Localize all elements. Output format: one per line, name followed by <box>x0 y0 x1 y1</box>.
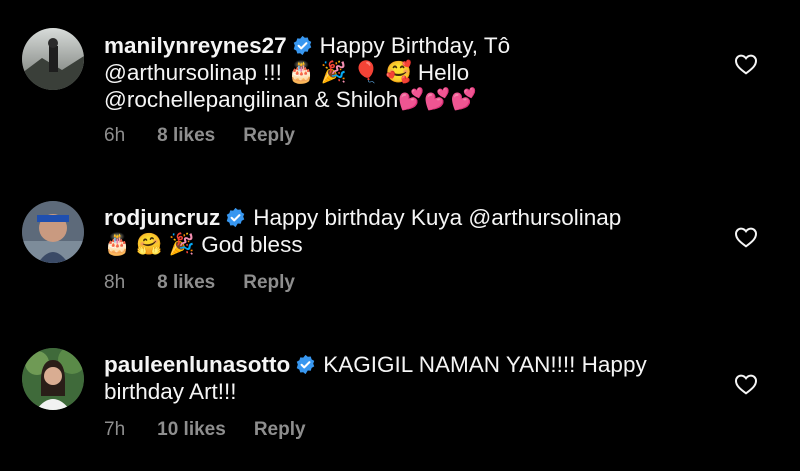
two-hearts-emoji-icon: 💕💕💕 <box>398 87 477 111</box>
comment-text: Hello <box>417 60 470 85</box>
comment-time: 6h <box>104 125 126 146</box>
reply-button[interactable]: Reply <box>243 272 295 293</box>
comment-body: manilynreynes27 Happy Birthday, Tô @arthu… <box>104 32 704 113</box>
reply-button[interactable]: Reply <box>254 419 306 440</box>
party-popper-emoji-icon: 🎉 <box>320 60 347 84</box>
comment-text: God bless <box>201 232 303 257</box>
comment-meta: 7h 10 likes Reply <box>104 419 334 441</box>
verified-badge-icon <box>292 35 313 56</box>
likes-count[interactable]: 10 likes <box>157 419 226 440</box>
hugging-face-emoji-icon: 🤗 <box>136 232 163 256</box>
avatar[interactable] <box>22 201 84 263</box>
cake-emoji-icon: 🎂 <box>288 60 315 84</box>
comment-text: Happy Birthday, Tô <box>319 33 511 58</box>
heart-outline-icon[interactable] <box>734 373 758 395</box>
party-popper-emoji-icon: 🎉 <box>168 232 195 256</box>
avatar[interactable] <box>22 28 84 90</box>
comment-body: rodjuncruz Happy birthday Kuya @arthursol… <box>104 204 704 258</box>
comment-username[interactable]: pauleenlunasotto <box>104 352 290 377</box>
reply-button[interactable]: Reply <box>243 125 295 146</box>
comment-text: birthday Art!!! <box>104 379 237 404</box>
heart-outline-icon[interactable] <box>734 226 758 248</box>
avatar[interactable] <box>22 348 84 410</box>
likes-count[interactable]: 8 likes <box>157 125 215 146</box>
comment-text: Happy birthday Kuya @arthursolinap <box>253 205 622 230</box>
likes-count[interactable]: 8 likes <box>157 272 215 293</box>
comment-text: KAGIGIL NAMAN YAN!!!! Happy <box>323 352 647 377</box>
verified-badge-icon <box>225 207 246 228</box>
comment-meta: 8h 8 likes Reply <box>104 272 323 294</box>
comment-text: @arthursolinap !!! <box>104 60 282 85</box>
comment-username[interactable]: manilynreynes27 <box>104 33 287 58</box>
comment-username[interactable]: rodjuncruz <box>104 205 220 230</box>
comment-meta: 6h 8 likes Reply <box>104 125 323 147</box>
comment-time: 7h <box>104 419 126 440</box>
smiling-face-with-hearts-emoji-icon: 🥰 <box>385 60 412 84</box>
comment-time: 8h <box>104 272 126 293</box>
verified-badge-icon <box>295 354 316 375</box>
comment-body: pauleenlunasotto KAGIGIL NAMAN YAN!!!! Ha… <box>104 351 704 405</box>
balloon-emoji-icon: 🎈 <box>353 60 380 84</box>
heart-outline-icon[interactable] <box>734 53 758 75</box>
comment-text: @rochellepangilinan & Shiloh <box>104 87 399 112</box>
cake-emoji-icon: 🎂 <box>104 232 131 256</box>
